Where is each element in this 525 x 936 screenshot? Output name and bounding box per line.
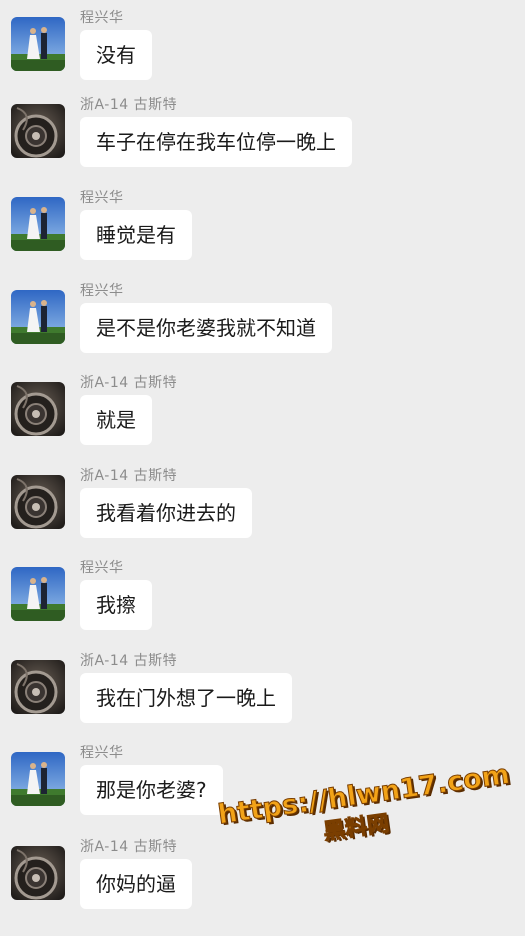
sender-name: 浙A-14 古斯特	[80, 97, 178, 113]
avatar-wheel[interactable]	[11, 475, 65, 529]
message-bubble[interactable]: 我在门外想了一晚上	[80, 673, 292, 723]
sender-name: 浙A-14 古斯特	[80, 375, 178, 391]
chat-message: 程兴华 没有	[0, 10, 525, 107]
chat-message: 浙A-14 古斯特 我在门外想了一晚上	[0, 653, 525, 750]
avatar-couple[interactable]	[11, 290, 65, 344]
message-bubble[interactable]: 我擦	[80, 580, 152, 630]
message-bubble[interactable]: 你妈的逼	[80, 859, 192, 909]
message-bubble[interactable]: 就是	[80, 395, 152, 445]
sender-name: 程兴华	[80, 560, 124, 576]
sender-name: 浙A-14 古斯特	[80, 468, 178, 484]
avatar-wheel[interactable]	[11, 104, 65, 158]
sender-name: 程兴华	[80, 745, 124, 761]
chat-message: 浙A-14 古斯特 就是	[0, 375, 525, 472]
chat-message: 浙A-14 古斯特 我看着你进去的	[0, 468, 525, 565]
message-bubble[interactable]: 没有	[80, 30, 152, 80]
chat-message: 程兴华 我擦	[0, 560, 525, 657]
chat-message: 浙A-14 古斯特 车子在停在我车位停一晚上	[0, 97, 525, 194]
sender-name: 程兴华	[80, 10, 124, 26]
avatar-wheel[interactable]	[11, 660, 65, 714]
chat-message: 程兴华 是不是你老婆我就不知道	[0, 283, 525, 380]
message-bubble[interactable]: 是不是你老婆我就不知道	[80, 303, 332, 353]
avatar-couple[interactable]	[11, 567, 65, 621]
chat-message: 程兴华 那是你老婆?	[0, 745, 525, 842]
sender-name: 程兴华	[80, 190, 124, 206]
chat-message: 程兴华 睡觉是有	[0, 190, 525, 287]
avatar-couple[interactable]	[11, 752, 65, 806]
sender-name: 程兴华	[80, 283, 124, 299]
message-bubble[interactable]: 车子在停在我车位停一晚上	[80, 117, 352, 167]
sender-name: 浙A-14 古斯特	[80, 653, 178, 669]
avatar-wheel[interactable]	[11, 382, 65, 436]
sender-name: 浙A-14 古斯特	[80, 839, 178, 855]
message-bubble[interactable]: 我看着你进去的	[80, 488, 252, 538]
message-bubble[interactable]: 那是你老婆?	[80, 765, 223, 815]
message-bubble[interactable]: 睡觉是有	[80, 210, 192, 260]
avatar-wheel[interactable]	[11, 846, 65, 900]
avatar-couple[interactable]	[11, 17, 65, 71]
avatar-couple[interactable]	[11, 197, 65, 251]
chat-message-list: 程兴华 没有 浙A-14 古斯特 车子在停在我车位停一晚上 程兴华 睡觉是有 程…	[0, 0, 525, 923]
